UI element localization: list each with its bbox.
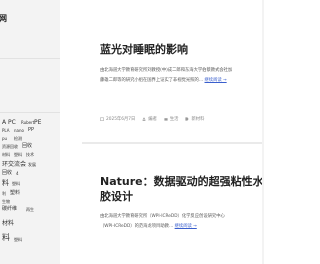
meta-tag: 新材料 — [185, 116, 204, 122]
tag-link[interactable]: Rubert — [21, 121, 34, 125]
meta-date: 2025年6月7日 — [100, 116, 135, 122]
sidebar-divider — [0, 112, 60, 113]
article-excerpt-line: 藤雄二郎等的研究小组在国界上证实了非视觉光照的… 继续阅读 → — [100, 76, 264, 86]
tag-link[interactable]: 技术 — [26, 153, 34, 157]
folder-icon — [164, 118, 168, 121]
article-meta: 2025年6月7日 编者 生活 新材料 — [100, 116, 204, 122]
article-excerpt: 由北海道大学教育研究所（WPI-ICReDD）化学反应创设研究中心 — [100, 214, 225, 219]
article-title[interactable]: Nature：数据驱动的超强粘性水凝 — [100, 174, 264, 189]
calendar-icon — [100, 117, 104, 121]
article-divider — [82, 142, 262, 144]
tag-link[interactable]: 塑料 — [12, 182, 20, 186]
tag-link[interactable]: 料 — [2, 180, 9, 187]
read-more-link[interactable]: 继续阅读 → — [205, 78, 227, 83]
tag-link[interactable]: 碳纤维 — [2, 207, 17, 212]
author-text[interactable]: 编者 — [148, 116, 157, 122]
tag-link[interactable]: PE — [34, 120, 41, 126]
tag-link[interactable]: pu — [2, 137, 7, 141]
tag-link[interactable]: PLA — [2, 129, 9, 133]
article-title[interactable]: 蓝光对睡眠的影响 — [100, 42, 260, 57]
tag-link[interactable]: 塑料 — [10, 191, 20, 196]
tag-link[interactable]: 检测 — [14, 137, 22, 141]
site-title[interactable]: 网 — [0, 13, 7, 24]
tag-link[interactable]: 料 — [2, 234, 10, 242]
tag-link[interactable]: 环交流会 — [2, 162, 26, 168]
tag-link[interactable]: 发展 — [28, 163, 36, 167]
article-excerpt-line: （WPI-ICReDD）的范海龙项目助教… 继续阅读 → — [100, 222, 264, 232]
tag-link[interactable]: 回收 — [2, 171, 12, 176]
category-text[interactable]: 生活 — [170, 116, 179, 122]
meta-category: 生活 — [164, 116, 179, 122]
tag-link[interactable]: 4 — [16, 172, 19, 176]
excerpt-text: （WPI-ICReDD）的范海龙项目助教… — [100, 224, 174, 229]
sidebar-divider — [0, 58, 60, 59]
tag-link[interactable]: 材料 — [2, 153, 10, 157]
tag-link[interactable]: 再生 — [26, 208, 34, 212]
excerpt-text: 藤雄二郎等的研究小组在国界上证实了非视觉光照的… — [100, 78, 204, 83]
tag-link[interactable]: 生物 — [2, 200, 10, 204]
sidebar: 网 A PC Rubert PE PLA nano PP pu 检测 资源回收 … — [0, 0, 60, 264]
meta-author: 编者 — [142, 116, 157, 122]
tag-link[interactable]: PP — [28, 128, 34, 133]
user-icon — [142, 117, 146, 121]
read-more-link[interactable]: 继续阅读 → — [175, 224, 197, 229]
tag-link[interactable]: 塑料 — [14, 238, 22, 242]
tag-link[interactable]: A PC — [2, 120, 16, 126]
main-content: 蓝光对睡眠的影响 由北海道大学教育研究所刘教授(中)成二郎和东海大学伯蔡教式会社… — [60, 0, 264, 264]
tag-link[interactable]: 利 — [2, 192, 6, 196]
scrollbar-track[interactable] — [262, 0, 264, 264]
article-title-line2[interactable]: 胶设计 — [100, 189, 260, 204]
date-text[interactable]: 2025年6月7日 — [106, 116, 135, 122]
tag-icon — [185, 117, 190, 121]
tag-link[interactable]: 资源回收 — [2, 145, 18, 149]
tag-link[interactable]: 回收 — [22, 144, 32, 149]
article-excerpt: 由北海道大学教育研究所刘教授(中)成二郎和东海大学伯蔡教式会社加 — [100, 68, 233, 73]
tag-link[interactable]: 塑料 — [14, 153, 22, 157]
tag-link[interactable]: 材料 — [2, 221, 14, 227]
tag-text[interactable]: 新材料 — [191, 116, 204, 122]
tag-link[interactable]: nano — [14, 129, 24, 133]
